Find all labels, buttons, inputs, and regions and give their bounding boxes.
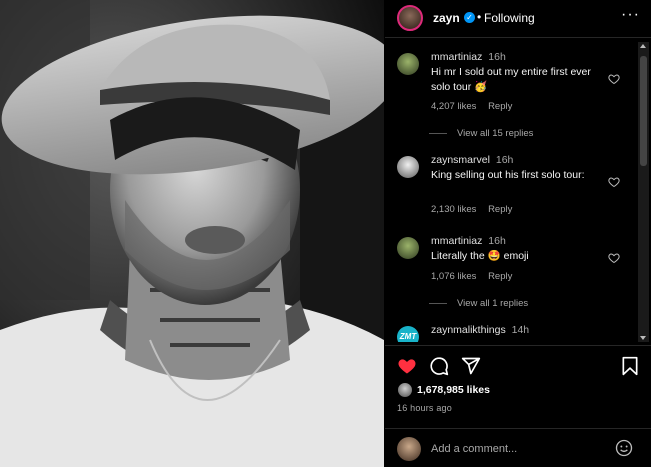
heart-icon[interactable]	[397, 356, 417, 376]
view-replies-label: View all 15 replies	[457, 128, 534, 139]
replies-line	[429, 302, 447, 304]
post-actions: 1,678,985 likes 16 hours ago	[385, 345, 651, 465]
replies-line	[429, 132, 447, 134]
post-photo-image	[0, 0, 384, 467]
author-username[interactable]: zayn	[433, 11, 460, 25]
reply-button[interactable]: Reply	[488, 204, 512, 215]
post-side-panel: zayn ✓ • Following ··· mmartiniaz 16h Hi…	[385, 0, 651, 467]
following-button[interactable]: Following	[484, 11, 535, 25]
view-replies-button[interactable]: View all 1 replies	[429, 298, 528, 309]
comment-header: zaynsmarvel 16h	[431, 154, 513, 166]
comment-text: King selling out his first solo tour:	[431, 169, 585, 181]
comment-item: mmartiniaz 16h Hi mr I sold out my entir…	[397, 51, 637, 131]
bookmark-icon[interactable]	[620, 356, 640, 376]
add-comment-row	[385, 428, 651, 466]
comment-item: ZMT zaynmalikthings 14h	[397, 324, 637, 342]
scroll-down-icon[interactable]	[640, 336, 646, 340]
comment-item: zaynsmarvel 16h King selling out his fir…	[397, 154, 637, 224]
heart-icon[interactable]	[608, 252, 620, 264]
reply-button[interactable]: Reply	[488, 101, 512, 112]
commenter-username[interactable]: mmartiniaz	[431, 235, 482, 247]
share-icon[interactable]	[461, 356, 481, 376]
comment-time[interactable]: 14h	[512, 324, 530, 336]
liker-avatar[interactable]	[397, 382, 413, 398]
post-modal: zayn ✓ • Following ··· mmartiniaz 16h Hi…	[0, 0, 651, 467]
comment-meta: 2,130 likes Reply	[431, 204, 521, 215]
comment-time[interactable]: 16h	[496, 154, 514, 166]
comment-icon[interactable]	[429, 356, 449, 376]
more-options-icon[interactable]: ···	[621, 6, 640, 24]
comment-item: mmartiniaz 16h Literally the 🤩 emoji 1,0…	[397, 235, 637, 305]
comment-text: Literally the 🤩 emoji	[431, 250, 529, 262]
emoji-icon[interactable]	[615, 439, 633, 457]
comments-list[interactable]: mmartiniaz 16h Hi mr I sold out my entir…	[385, 40, 651, 342]
like-count[interactable]: 1,678,985 likes	[417, 384, 490, 396]
commenter-username[interactable]: zaynmalikthings	[431, 324, 506, 336]
comments-scrollbar[interactable]	[638, 42, 649, 342]
scroll-thumb[interactable]	[640, 56, 647, 166]
comment-meta: 1,076 likes Reply	[431, 271, 521, 282]
separator-dot: •	[477, 10, 482, 24]
author-avatar[interactable]	[397, 5, 423, 31]
comment-header: zaynmalikthings 14h	[431, 324, 529, 336]
reply-button[interactable]: Reply	[488, 271, 512, 282]
comment-header: mmartiniaz 16h	[431, 51, 506, 63]
commenter-avatar[interactable]	[397, 53, 419, 75]
comment-likes[interactable]: 1,076 likes	[431, 271, 476, 282]
heart-icon[interactable]	[608, 73, 620, 85]
view-replies-button[interactable]: View all 15 replies	[429, 128, 533, 139]
comment-likes[interactable]: 4,207 likes	[431, 101, 476, 112]
post-timestamp[interactable]: 16 hours ago	[397, 403, 452, 413]
view-replies-label: View all 1 replies	[457, 298, 529, 309]
post-photo[interactable]	[0, 0, 384, 467]
comment-time[interactable]: 16h	[488, 235, 506, 247]
current-user-avatar	[397, 437, 421, 461]
commenter-avatar[interactable]	[397, 156, 419, 178]
commenter-avatar[interactable]: ZMT	[397, 326, 419, 342]
commenter-username[interactable]: zaynsmarvel	[431, 154, 490, 166]
post-header: zayn ✓ • Following ···	[385, 0, 651, 38]
comment-header: mmartiniaz 16h	[431, 235, 506, 247]
commenter-avatar[interactable]	[397, 237, 419, 259]
comment-likes[interactable]: 2,130 likes	[431, 204, 476, 215]
comment-text: Hi mr I sold out my entire first ever so…	[431, 66, 591, 93]
commenter-username[interactable]: mmartiniaz	[431, 51, 482, 63]
scroll-up-icon[interactable]	[640, 44, 646, 48]
comment-meta: 4,207 likes Reply	[431, 101, 521, 112]
comment-time[interactable]: 16h	[488, 51, 506, 63]
comment-input[interactable]	[431, 441, 601, 457]
verified-badge-icon: ✓	[464, 12, 475, 23]
heart-icon[interactable]	[608, 176, 620, 188]
